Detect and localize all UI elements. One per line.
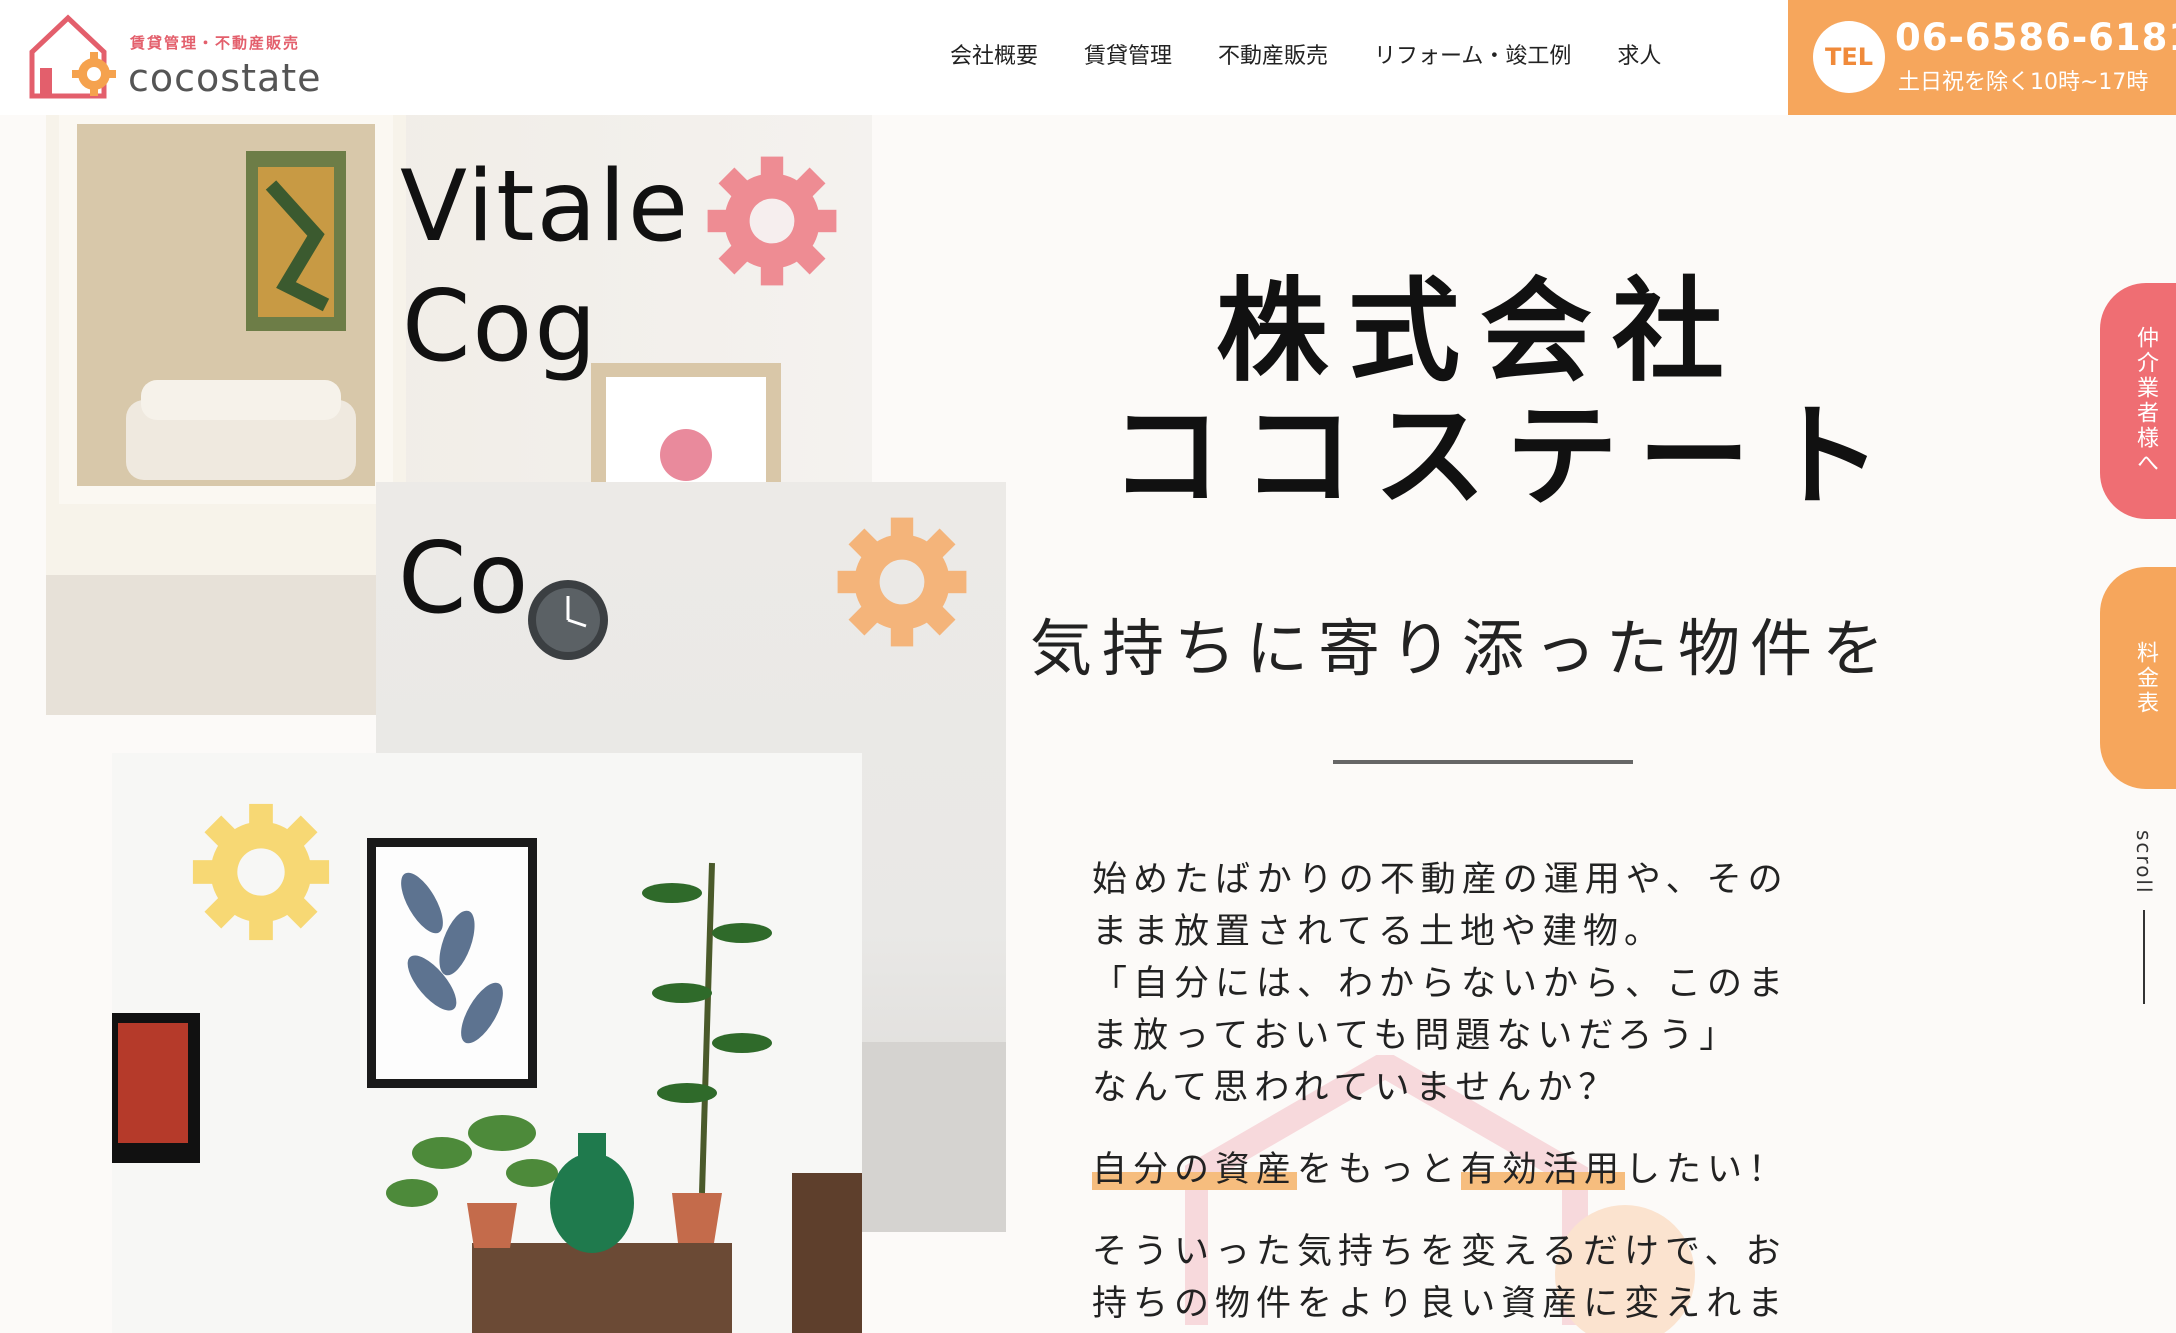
gear-icon <box>192 803 330 941</box>
emphasis-line: 自分の資産をもっと有効活用したい！ <box>1092 1144 1852 1196</box>
scroll-indicator-label: scroll <box>2132 830 2156 895</box>
site-logo[interactable]: 賃貸管理・不動産販売 cocostate <box>28 12 338 100</box>
tel-number: 06-6586-6181 <box>1895 16 2176 59</box>
hero-subtitle: 気持ちに寄り添った物件を <box>1030 612 1895 685</box>
intro-line: 始めたばかりの不動産の運用や、その <box>1092 860 1789 900</box>
collage-caption-cog: Cog <box>402 270 599 384</box>
fee-table-tab-button[interactable]: 料金表 <box>2100 567 2176 789</box>
company-name-line2: ココステート <box>1110 392 1902 522</box>
closing-line: そういった気持ちを変えるだけで、お <box>1092 1232 1787 1272</box>
site-header: 賃貸管理・不動産販売 cocostate 会社概要 賃貸管理 不動産販売 リフォ… <box>0 0 2176 115</box>
nav-recruit[interactable]: 求人 <box>1617 38 1661 70</box>
collage-caption-co: Co <box>398 522 531 636</box>
emphasis-text: したい！ <box>1625 1150 1790 1190</box>
tel-badge: TEL <box>1813 21 1885 93</box>
house-logo-icon <box>29 14 116 99</box>
nav-company[interactable]: 会社概要 <box>950 38 1038 70</box>
highlight-text: 自分の資産 <box>1092 1150 1298 1190</box>
nav-rental-management[interactable]: 賃貸管理 <box>1084 38 1172 70</box>
gear-icon <box>707 156 837 286</box>
intro-text: 始めたばかりの不動産の運用や、その まま放置されてる土地や建物。 「自分には、わ… <box>1092 854 1852 1330</box>
scroll-indicator-line <box>2143 910 2145 1004</box>
intro-line: 「自分には、わからないから、このま <box>1092 964 1790 1004</box>
nav-reform-works[interactable]: リフォーム・竣工例 <box>1374 38 1571 70</box>
nav-real-estate-sales[interactable]: 不動産販売 <box>1218 38 1328 70</box>
gear-icon <box>837 517 967 647</box>
closing-line: 持ちの物件をより良い資産に変えれま <box>1092 1284 1789 1324</box>
intro-line: なんて思われていませんか？ <box>1092 1068 1620 1108</box>
hero-divider <box>1333 760 1633 764</box>
logo-name: cocostate <box>128 56 322 100</box>
company-name-line1: 株式会社 <box>1216 267 1744 397</box>
main-nav: 会社概要 賃貸管理 不動産販売 リフォーム・竣工例 求人 <box>950 38 1661 70</box>
company-name-heading: 株式会社 ココステート <box>1110 267 1882 520</box>
closing-text: そういった気持ちを変えるだけで、お 持ちの物件をより良い資産に変えれま <box>1092 1226 1852 1330</box>
emphasis-text: をもっと <box>1297 1150 1462 1190</box>
agent-tab-button[interactable]: 仲介業者様へ <box>2100 283 2176 519</box>
intro-line: まま放置されてる土地や建物。 <box>1092 912 1665 952</box>
intro-line: ま放っておいても問題ないだろう」 <box>1092 1016 1741 1056</box>
logo-tagline: 賃貸管理・不動産販売 <box>130 34 301 52</box>
collage-caption-vitale: Vitale <box>400 150 691 264</box>
tel-hours: 土日祝を除く10時~17時 <box>1898 70 2149 95</box>
highlight-text: 有効活用 <box>1461 1150 1626 1190</box>
tel-contact[interactable]: TEL 06-6586-6181 土日祝を除く10時~17時 <box>1788 0 2176 115</box>
